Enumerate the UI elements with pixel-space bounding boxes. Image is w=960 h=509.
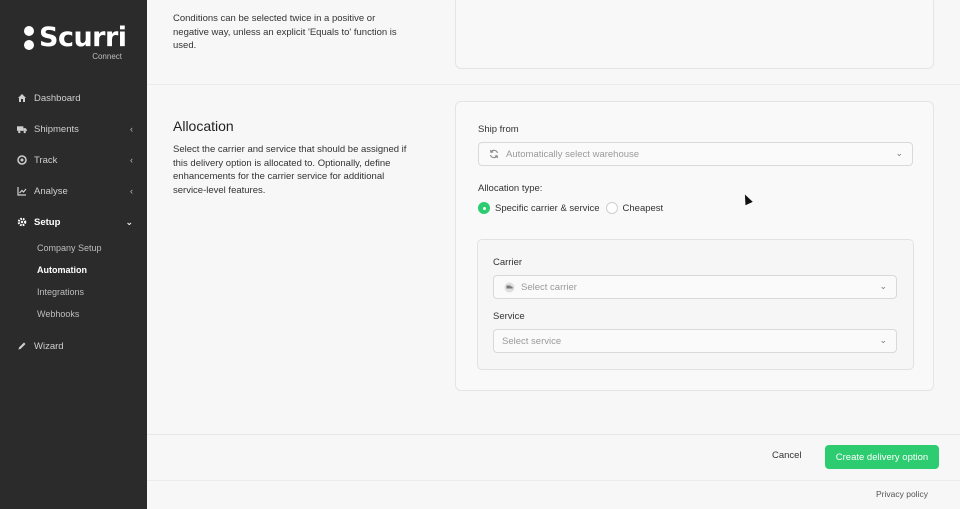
conditions-description: Conditions can be selected twice in a po… xyxy=(173,13,397,51)
target-icon xyxy=(17,155,27,165)
radio-specific-carrier[interactable] xyxy=(478,202,490,214)
nav-item-dashboard[interactable]: Dashboard xyxy=(0,88,147,108)
sub-item-integrations[interactable]: Integrations xyxy=(37,287,84,297)
home-icon xyxy=(17,93,27,103)
nav-label: Setup xyxy=(34,216,61,228)
chevron-down-icon: ⌄ xyxy=(879,335,887,345)
nav-item-wizard[interactable]: Wizard xyxy=(0,336,147,356)
create-delivery-option-button[interactable]: Create delivery option xyxy=(825,445,939,469)
nav-item-setup[interactable]: Setup ⌄ xyxy=(0,212,147,232)
allocation-description: Select the carrier and service that shou… xyxy=(173,144,407,196)
conditions-card xyxy=(455,0,934,69)
nav-label: Wizard xyxy=(34,340,64,352)
allocation-type-radios: Specific carrier & service Cheapest xyxy=(478,202,669,214)
chevron-left-icon: ‹ xyxy=(130,186,133,196)
page-footer-divider xyxy=(147,480,960,481)
allocation-type-label: Allocation type: xyxy=(478,183,543,194)
nav-item-track[interactable]: Track ‹ xyxy=(0,150,147,170)
nav-label: Shipments xyxy=(34,123,79,135)
nav-item-analyse[interactable]: Analyse ‹ xyxy=(0,181,147,201)
logo-mark-icon xyxy=(24,26,34,50)
allocation-title: Allocation xyxy=(173,118,234,134)
chevron-down-icon: ⌄ xyxy=(125,216,133,227)
chevron-left-icon: ‹ xyxy=(130,155,133,165)
pencil-icon xyxy=(17,341,27,351)
allocation-card: Ship from Automatically select warehouse… xyxy=(455,101,934,391)
sub-item-automation[interactable]: Automation xyxy=(37,265,87,275)
chevron-down-icon: ⌄ xyxy=(879,281,887,291)
sub-item-webhooks[interactable]: Webhooks xyxy=(37,309,79,319)
radio-specific-carrier-label[interactable]: Specific carrier & service xyxy=(495,203,600,214)
nav-label: Analyse xyxy=(34,185,68,197)
gear-icon xyxy=(17,217,27,227)
cancel-button[interactable]: Cancel xyxy=(772,450,802,461)
scurri-logo[interactable]: Scurri Connect xyxy=(22,22,127,62)
privacy-policy-link[interactable]: Privacy policy xyxy=(876,489,928,499)
sub-item-company-setup[interactable]: Company Setup xyxy=(37,243,102,253)
logo-subtitle: Connect xyxy=(92,52,122,61)
ship-from-select[interactable]: Automatically select warehouse ⌄ xyxy=(478,142,913,166)
truck-icon xyxy=(17,124,27,134)
ship-from-label: Ship from xyxy=(478,124,519,135)
service-placeholder: Select service xyxy=(502,335,562,347)
carrier-truck-icon xyxy=(502,282,516,293)
nav-item-shipments[interactable]: Shipments ‹ xyxy=(0,119,147,139)
sidebar: Scurri Connect Dashboard Shipments ‹ Tra… xyxy=(0,0,147,509)
ship-from-placeholder: Automatically select warehouse xyxy=(506,148,640,160)
nav-label: Dashboard xyxy=(34,92,81,104)
refresh-icon xyxy=(487,149,501,159)
nav-label: Track xyxy=(34,154,58,166)
chart-icon xyxy=(17,186,27,196)
carrier-select[interactable]: Select carrier ⌄ xyxy=(493,275,897,299)
logo-wordmark: Scurri xyxy=(39,22,127,53)
main-content: Conditions can be selected twice in a po… xyxy=(147,0,960,509)
footer-divider xyxy=(147,434,960,435)
radio-cheapest[interactable] xyxy=(605,202,618,214)
service-select[interactable]: Select service ⌄ xyxy=(493,329,897,353)
radio-cheapest-label[interactable]: Cheapest xyxy=(623,203,664,214)
carrier-label: Carrier xyxy=(493,257,523,268)
chevron-down-icon: ⌄ xyxy=(895,148,903,158)
carrier-service-panel: Carrier Select carrier ⌄ Service Select … xyxy=(477,239,914,370)
chevron-left-icon: ‹ xyxy=(130,124,133,134)
service-label: Service xyxy=(493,311,525,322)
carrier-placeholder: Select carrier xyxy=(521,281,577,293)
section-divider xyxy=(147,84,960,85)
